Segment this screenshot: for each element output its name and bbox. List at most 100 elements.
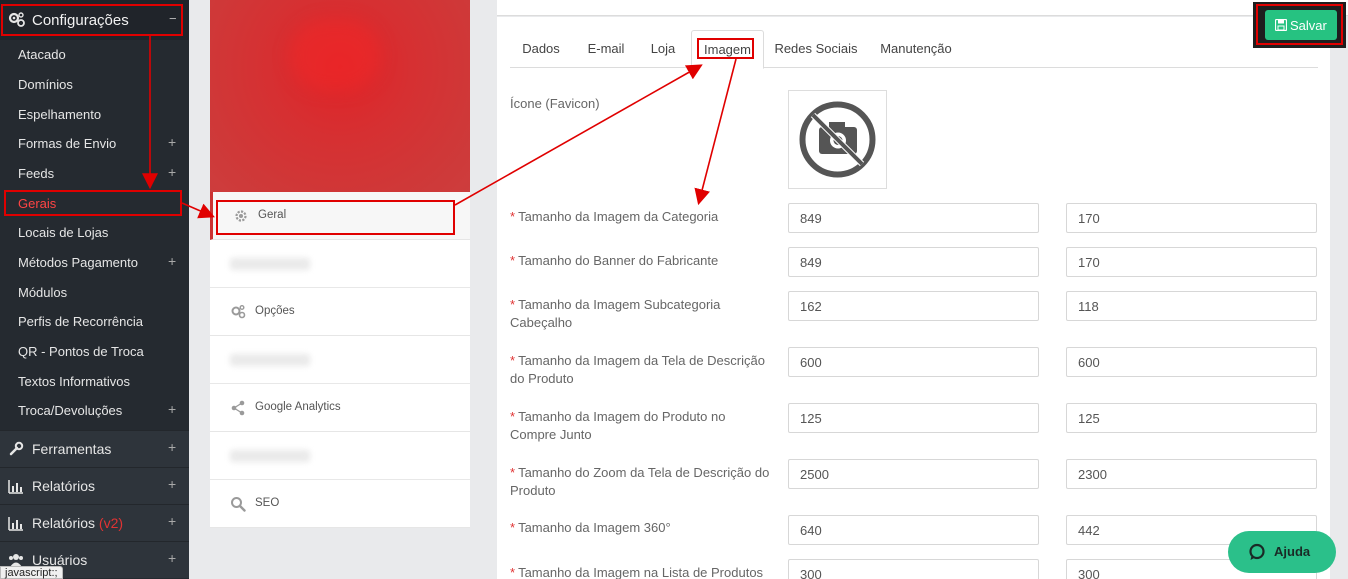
settings-menu-item-seo[interactable]: SEO (210, 480, 470, 528)
sidebar-item-troca-devolucoes[interactable]: Troca/Devoluções + (0, 396, 189, 425)
height-input[interactable] (1066, 347, 1317, 377)
field-label-text: Tamanho da Imagem na Lista de Produtos (518, 565, 764, 579)
required-marker: * (510, 297, 516, 312)
field-label-text: Tamanho do Banner do Fabricante (518, 253, 719, 268)
tab-redes-sociais[interactable]: Redes Sociais (772, 30, 860, 68)
field-label-text: Tamanho da Imagem da Tela de Descrição d… (510, 353, 765, 386)
sidebar-section-relatorios[interactable]: Relatórios + (0, 467, 189, 504)
width-input[interactable] (788, 515, 1039, 545)
sidebar-section-label-text: Relatórios (32, 515, 96, 531)
width-input[interactable] (788, 459, 1039, 489)
width-input[interactable] (788, 403, 1039, 433)
sidebar-item-gerais[interactable]: Gerais (0, 189, 189, 218)
version-badge: (v2) (98, 515, 124, 531)
sidebar-item-label: Gerais (18, 196, 57, 211)
width-input[interactable] (788, 247, 1039, 277)
sidebar-item-metodos-pagamento[interactable]: Métodos Pagamento + (0, 248, 189, 277)
field-label-text: Tamanho da Imagem do Produto no Compre J… (510, 409, 726, 442)
sidebar-item-label: Textos Informativos (18, 374, 130, 389)
sidebar-section-ferramentas[interactable]: Ferramentas + (0, 430, 189, 467)
sidebar-section-configuracoes[interactable]: Configurações − (0, 0, 189, 40)
sidebar-item-label: Perfis de Recorrência (18, 314, 143, 329)
sidebar-item-modulos[interactable]: Módulos (0, 278, 189, 307)
tab-imagem[interactable]: Imagem (691, 30, 764, 69)
expand-icon[interactable]: + (168, 550, 176, 566)
save-button-label: Salvar (1290, 18, 1327, 33)
height-input[interactable] (1066, 203, 1317, 233)
required-marker: * (510, 565, 516, 579)
gear-icon (235, 210, 247, 222)
width-input[interactable] (788, 203, 1039, 233)
sidebar: Configurações − Atacado Domínios Espelha… (0, 0, 189, 579)
settings-menu-item-opcoes[interactable]: Opções (210, 288, 470, 336)
height-input[interactable] (1066, 459, 1317, 489)
sidebar-item-label: Módulos (18, 285, 68, 300)
required-marker: * (510, 465, 516, 480)
expand-icon[interactable]: + (168, 134, 176, 150)
field-label-text: Tamanho da Imagem Subcategoria Cabeçalho (510, 297, 721, 330)
share-icon (231, 400, 245, 416)
tab-manutencao[interactable]: Manutenção (872, 30, 960, 68)
height-input[interactable] (1066, 291, 1317, 321)
sidebar-item-dominios[interactable]: Domínios (0, 70, 189, 99)
help-button[interactable]: Ajuda (1228, 531, 1336, 573)
blurred-icon (230, 450, 310, 462)
settings-menu-label: Opções (255, 305, 295, 317)
settings-menu-label: SEO (255, 497, 280, 509)
sidebar-item-label: Domínios (18, 77, 73, 92)
floppy-icon (1275, 19, 1287, 31)
sidebar-section-label: Configurações (32, 12, 129, 29)
sidebar-section-label: Ferramentas (32, 441, 112, 457)
field-label: * Tamanho do Zoom da Tela de Descrição do… (510, 464, 775, 500)
field-label: * Tamanho do Banner do Fabricante (510, 252, 775, 270)
expand-icon[interactable]: + (168, 476, 176, 492)
settings-menu-item-hidden[interactable] (210, 432, 470, 480)
save-button[interactable]: Salvar (1265, 10, 1337, 40)
width-input[interactable] (788, 559, 1039, 579)
tab-loja[interactable]: Loja (641, 30, 685, 68)
settings-menu-label: Geral (258, 209, 287, 221)
gears-icon (231, 305, 246, 319)
sidebar-section-relatorios-v2[interactable]: Relatórios (v2) + (0, 504, 189, 541)
sidebar-item-textos-informativos[interactable]: Textos Informativos (0, 367, 189, 396)
field-label-text: Tamanho da Imagem da Categoria (518, 209, 719, 224)
page-gutter (1330, 17, 1348, 579)
settings-tabs: Dados E-mail Loja Imagem Redes Sociais M… (510, 30, 1318, 69)
expand-icon[interactable]: + (168, 513, 176, 529)
tab-dados[interactable]: Dados (510, 30, 572, 68)
settings-menu-item-geral[interactable]: Geral (210, 192, 470, 240)
sidebar-item-label: Feeds (18, 166, 55, 181)
settings-menu-item-hidden[interactable] (210, 336, 470, 384)
required-marker: * (510, 409, 516, 424)
sidebar-item-label: Troca/Devoluções (18, 403, 123, 418)
blurred-icon (230, 258, 310, 270)
sidebar-item-feeds[interactable]: Feeds + (0, 159, 189, 188)
expand-icon[interactable]: + (168, 164, 176, 180)
sidebar-item-qr-pontos-de-troca[interactable]: QR - Pontos de Troca (0, 337, 189, 366)
tab-email[interactable]: E-mail (577, 30, 635, 68)
field-label: * Tamanho da Imagem 360° (510, 519, 775, 537)
favicon-upload[interactable] (788, 90, 887, 189)
width-input[interactable] (788, 347, 1039, 377)
sidebar-item-label: Métodos Pagamento (18, 255, 138, 270)
expand-icon[interactable]: + (168, 401, 176, 417)
expand-icon[interactable]: + (168, 439, 176, 455)
sidebar-item-perfis-de-recorrencia[interactable]: Perfis de Recorrência (0, 307, 189, 336)
height-input[interactable] (1066, 403, 1317, 433)
expand-icon[interactable]: + (168, 253, 176, 269)
sidebar-item-locais-de-lojas[interactable]: Locais de Lojas (0, 218, 189, 247)
required-marker: * (510, 209, 516, 224)
sidebar-item-formas-de-envio[interactable]: Formas de Envio + (0, 129, 189, 158)
height-input[interactable] (1066, 247, 1317, 277)
sidebar-item-atacado[interactable]: Atacado (0, 40, 189, 69)
sidebar-item-espelhamento[interactable]: Espelhamento (0, 100, 189, 129)
width-input[interactable] (788, 291, 1039, 321)
settings-menu-item-hidden[interactable] (210, 240, 470, 288)
collapse-icon[interactable]: − (169, 11, 177, 26)
browser-status-bar: javascript:; (0, 566, 63, 579)
gears-icon (8, 12, 25, 27)
no-image-icon (799, 101, 876, 178)
required-marker: * (510, 520, 516, 535)
settings-menu-item-google-analytics[interactable]: Google Analytics (210, 384, 470, 432)
field-label: * Tamanho da Imagem da Categoria (510, 208, 775, 226)
